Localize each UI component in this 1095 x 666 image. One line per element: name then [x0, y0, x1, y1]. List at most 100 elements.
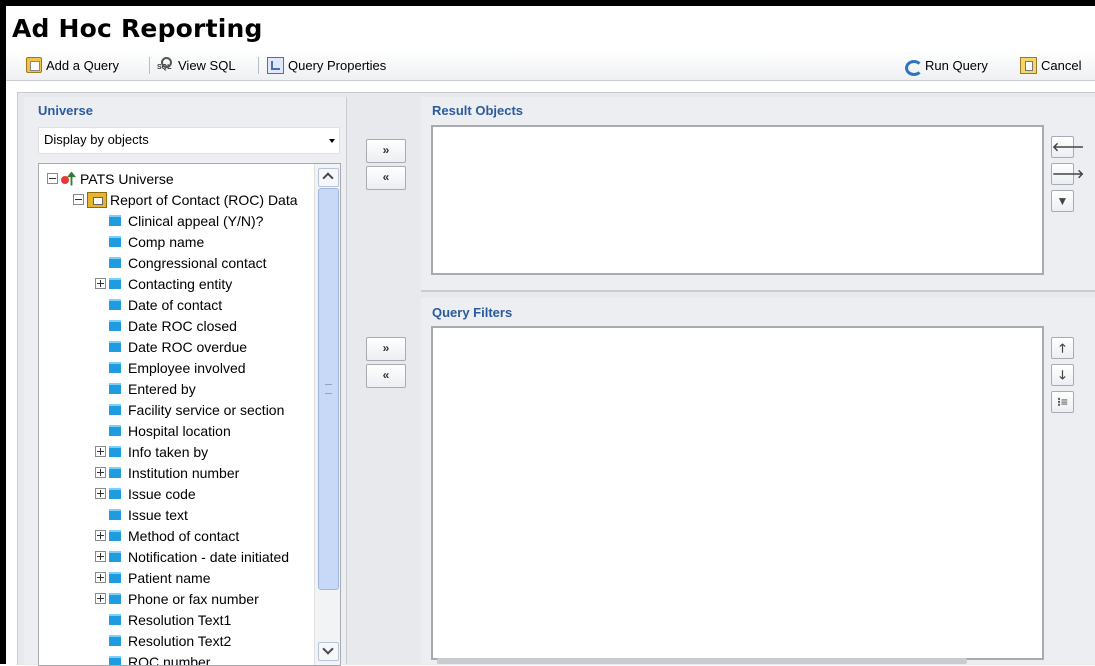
toolbar: Add a Query View SQL Query Properties Ru… [6, 50, 1095, 81]
query-filters-title: Query Filters [432, 305, 512, 320]
object-icon [109, 215, 121, 226]
move-up-button[interactable]: 🡑 [1051, 337, 1074, 359]
add-query-button[interactable]: Add a Query [26, 56, 119, 74]
collapse-icon[interactable] [73, 194, 84, 205]
tree-item[interactable]: Entered by [95, 379, 196, 398]
tree-item[interactable]: Date ROC overdue [95, 337, 247, 356]
query-filters-list[interactable] [431, 326, 1044, 660]
window-border-top [0, 0, 1095, 6]
group-filter-button[interactable]: ⁝≡ [1051, 391, 1074, 413]
cancel-icon [1020, 57, 1037, 74]
run-query-button[interactable]: Run Query [904, 56, 988, 74]
tree-item[interactable]: Employee involved [95, 358, 246, 377]
query-properties-button[interactable]: Query Properties [267, 56, 386, 74]
tree-item-label: Employee involved [128, 360, 246, 376]
object-icon [109, 635, 121, 646]
tree-item[interactable]: Comp name [95, 232, 204, 251]
tree-item[interactable]: Info taken by [95, 442, 208, 461]
tree-item[interactable]: Facility service or section [95, 400, 284, 419]
object-icon [109, 656, 121, 666]
tree-item[interactable]: Issue text [95, 505, 188, 524]
tree-item-label: Date of contact [128, 297, 222, 313]
scroll-up-button[interactable] [318, 168, 339, 187]
move-down-button[interactable]: 🡓 [1051, 364, 1074, 386]
filter-button[interactable]: ▼ [1051, 190, 1074, 212]
tree-class-label: Report of Contact (ROC) Data [110, 192, 298, 208]
object-icon [109, 572, 121, 583]
add-result-button[interactable]: » [366, 139, 406, 163]
object-icon [109, 341, 121, 352]
expand-icon[interactable] [95, 530, 106, 541]
tree-item-label: Comp name [128, 234, 204, 250]
display-mode-dropdown[interactable]: Display by objects [38, 127, 340, 154]
tree-item[interactable]: Notification - date initiated [95, 547, 289, 566]
tree-item[interactable]: Resolution Text1 [95, 610, 231, 629]
tree-item-label: Resolution Text2 [128, 633, 231, 649]
filter-icon: ▼ [1057, 194, 1069, 208]
tree-item[interactable]: Congressional contact [95, 253, 267, 272]
tree-item[interactable]: Method of contact [95, 526, 239, 545]
expand-icon[interactable] [95, 572, 106, 583]
cancel-button[interactable]: Cancel [1020, 56, 1081, 74]
result-objects-list[interactable] [431, 125, 1044, 275]
expand-icon[interactable] [95, 278, 106, 289]
view-sql-icon [157, 57, 174, 74]
tree-item-label: Issue text [128, 507, 188, 523]
tree-class[interactable]: Report of Contact (ROC) Data [73, 190, 298, 209]
add-filter-button[interactable]: » [366, 337, 406, 361]
object-icon [109, 425, 121, 436]
tree-item[interactable]: Issue code [95, 484, 196, 503]
expand-icon[interactable] [95, 488, 106, 499]
arrow-down-icon: 🡓 [1059, 368, 1065, 382]
cancel-label: Cancel [1041, 58, 1081, 73]
object-icon [109, 593, 121, 604]
query-properties-icon [267, 57, 284, 74]
tree-root[interactable]: PATS Universe [47, 169, 174, 188]
move-right-button[interactable]: 🡒 [1051, 163, 1074, 185]
grip-icon [325, 384, 332, 394]
view-sql-button[interactable]: View SQL [157, 56, 236, 74]
object-icon [109, 299, 121, 310]
folder-icon [87, 192, 107, 208]
universe-tree[interactable]: PATS Universe Report of Contact (ROC) Da… [38, 163, 341, 666]
scroll-down-button[interactable] [318, 642, 339, 661]
expand-icon[interactable] [95, 593, 106, 604]
tree-item-label: Hospital location [128, 423, 231, 439]
expand-icon[interactable] [95, 446, 106, 457]
add-query-icon [26, 57, 42, 73]
object-icon [109, 278, 121, 289]
tree-item[interactable]: Contacting entity [95, 274, 232, 293]
filters-scrollbar[interactable] [437, 658, 967, 664]
remove-result-button[interactable]: « [366, 166, 406, 190]
run-query-icon [904, 58, 921, 73]
tree-item[interactable]: Date of contact [95, 295, 222, 314]
tree-item-label: Resolution Text1 [128, 612, 231, 628]
arrow-left-icon: 🡐 [1052, 140, 1084, 154]
tree-item[interactable]: Patient name [95, 568, 211, 587]
collapse-icon[interactable] [47, 173, 58, 184]
scroll-thumb[interactable] [318, 188, 339, 590]
tree-item[interactable]: Resolution Text2 [95, 631, 231, 650]
tree-item[interactable]: Clinical appeal (Y/N)? [95, 211, 263, 230]
object-icon [109, 446, 121, 457]
arrow-up-icon: 🡑 [1059, 341, 1065, 355]
tree-scrollbar[interactable] [314, 164, 340, 665]
move-left-button[interactable]: 🡐 [1051, 136, 1074, 158]
object-icon [109, 467, 121, 478]
arrow-right-icon: 🡒 [1052, 167, 1084, 181]
tree-item[interactable]: Institution number [95, 463, 239, 482]
tree-item[interactable]: Date ROC closed [95, 316, 237, 335]
tree-item-label: Facility service or section [128, 402, 284, 418]
tree-item[interactable]: Hospital location [95, 421, 231, 440]
tree-item[interactable]: Phone or fax number [95, 589, 259, 608]
universe-icon [61, 171, 77, 187]
remove-filter-button[interactable]: « [366, 364, 406, 388]
toolbar-separator [258, 57, 259, 74]
expand-icon[interactable] [95, 551, 106, 562]
window-border-left [0, 0, 6, 664]
tree-item-label: Notification - date initiated [128, 549, 289, 565]
chevron-down-icon [329, 139, 335, 143]
expand-icon[interactable] [95, 467, 106, 478]
tree-item-label: Issue code [128, 486, 196, 502]
object-icon [109, 530, 121, 541]
